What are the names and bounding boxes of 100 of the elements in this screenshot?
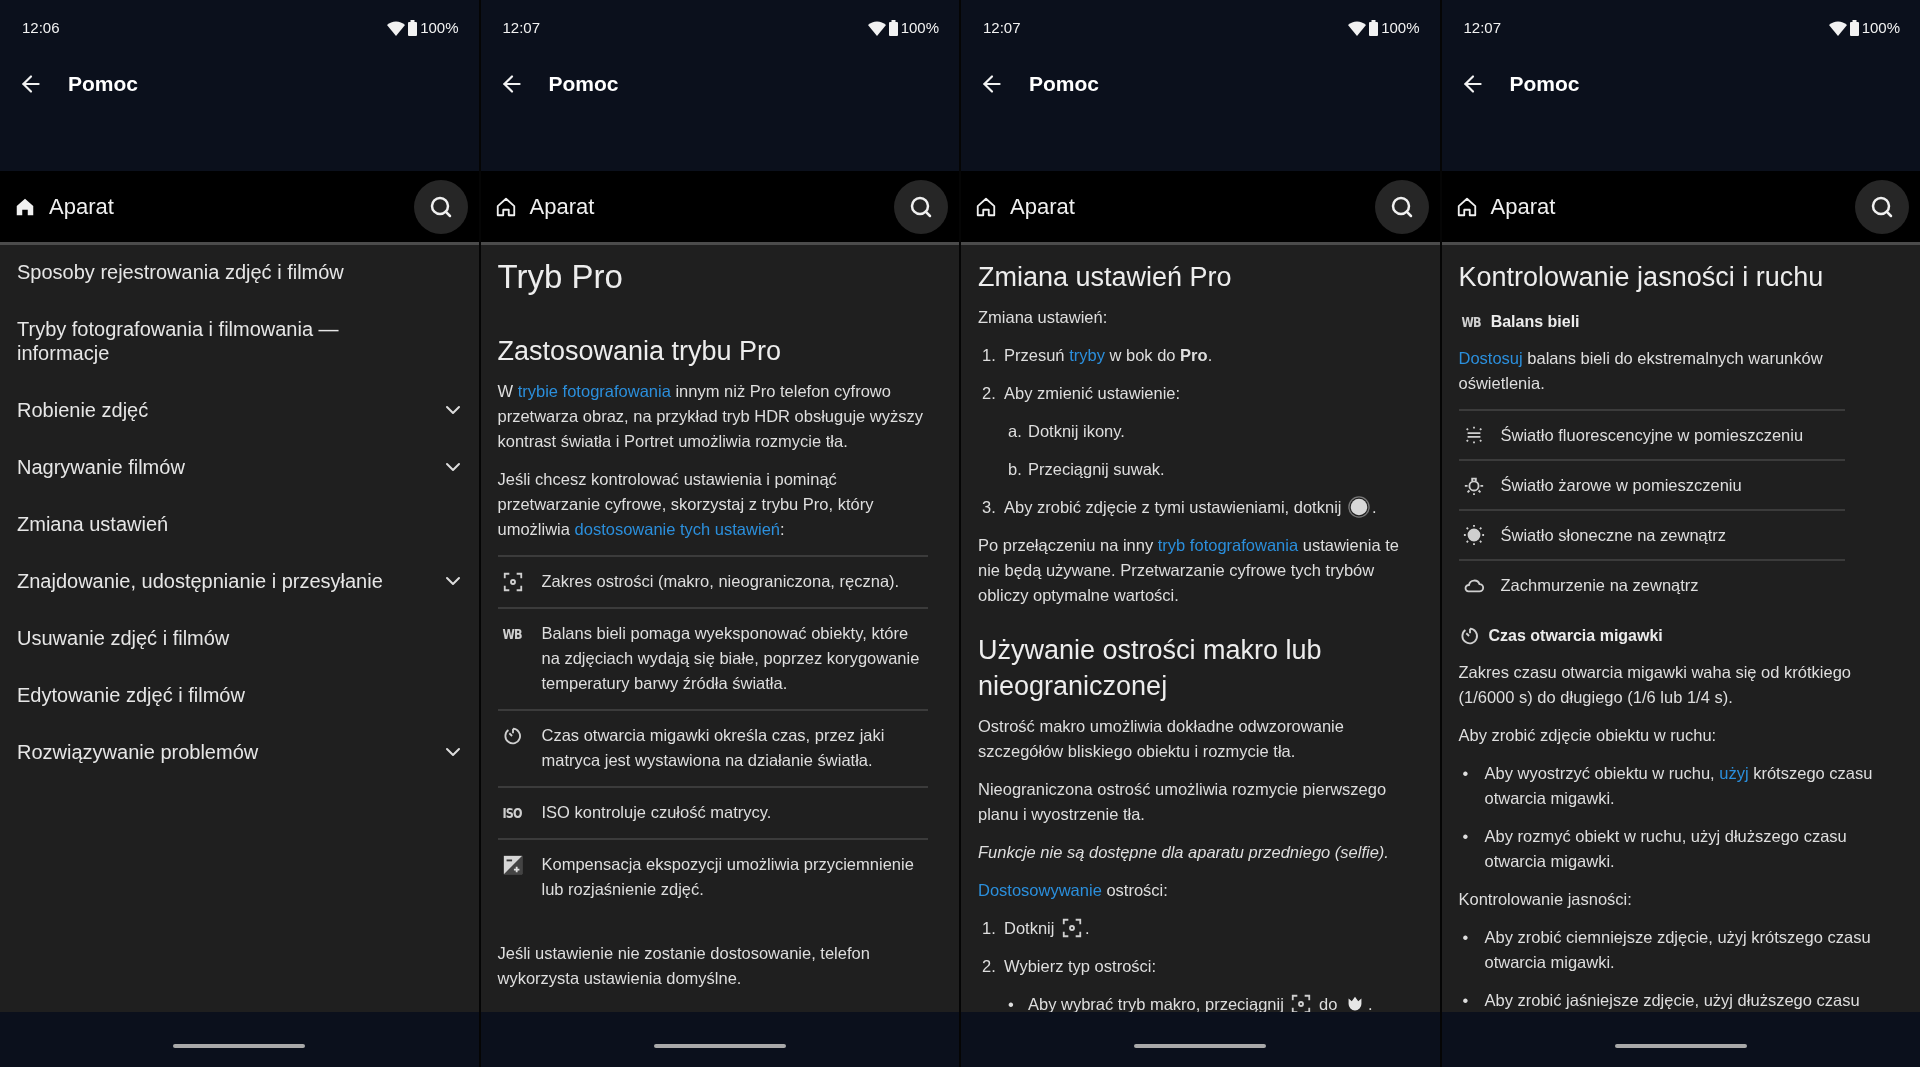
option-text: Światło fluorescencyjne w pomieszczeniu	[1500, 424, 1805, 446]
paragraph: Jeśli chcesz kontrolować ustawienia i pominąć przetwarzanie cyfrowe, skorzystaj z trybu Pro, który umożliwia dostosowanie tych ustawień:	[497, 469, 875, 540]
menu-item[interactable]: Usuwanie zdjęć i filmów	[0, 610, 479, 667]
list-marker: 2.	[982, 956, 997, 977]
paragraph: Nieograniczona ostrość umożliwia rozmycie pierwszego planu i wyostrzenie tła.	[978, 779, 1388, 825]
feature-text: ISO kontroluje czułość matrycy.	[541, 802, 773, 823]
sun-icon	[1462, 524, 1485, 546]
link[interactable]: użyj	[1719, 764, 1749, 782]
status-time: 12:07	[502, 19, 541, 36]
battery-percent: 100%	[1381, 19, 1420, 36]
menu-item[interactable]: Znajdowanie, udostępnianie i przesyłanie	[0, 553, 479, 610]
link[interactable]: dostosowanie tych ustawień	[574, 520, 780, 538]
app-title: Pomoc	[548, 71, 619, 97]
breadcrumb-link[interactable]: Aparat	[1455, 193, 1556, 220]
app-title: Pomoc	[1509, 71, 1580, 97]
page-title: Tryb Pro	[497, 257, 624, 297]
focus-frame-icon	[1061, 917, 1084, 939]
home-icon	[1455, 195, 1478, 218]
list-item-text: Aby zrobić zdjęcie z tymi ustawieniami, dotknij .	[1004, 495, 1378, 520]
paragraph: Zakres czasu otwarcia migawki waha się od krótkiego (1/6000 s) do długiego (1/6 lub 1/4 s).	[1458, 662, 1852, 708]
battery-icon	[1849, 19, 1859, 36]
list-item-text: Aby zrobić ciemniejsze zdjęcie, użyj krótszego czasu otwarcia migawki.	[1484, 927, 1872, 973]
app-title: Pomoc	[1029, 71, 1099, 97]
feature-text: Zakres ostrości (makro, nieograniczona, ręczna).	[541, 571, 901, 592]
option-text: Światło słoneczne na zewnątrz	[1500, 524, 1728, 546]
label-icon: ISO	[502, 804, 523, 821]
list-item-text: Aby rozmyć obiekt w ruchu, użyj dłuższego czasu otwarcia migawki.	[1484, 826, 1848, 872]
app-title: Pomoc	[68, 71, 138, 97]
link[interactable]: Dostosowywanie	[978, 881, 1102, 899]
home-indicator[interactable]	[653, 1043, 786, 1048]
list-marker: •	[1007, 994, 1015, 1012]
battery-icon	[888, 19, 898, 36]
breadcrumb-link[interactable]: Aparat	[494, 193, 595, 220]
link[interactable]: Dostosuj	[1458, 349, 1523, 367]
list-item-text: Aby zmienić ustawienie:	[1004, 383, 1182, 404]
home-indicator[interactable]	[1134, 1043, 1267, 1048]
menu-item[interactable]: Nagrywanie filmów	[0, 439, 479, 496]
list-item-text: Przeciągnij suwak.	[1028, 459, 1166, 480]
option-text: Światło żarowe w pomieszczeniu	[1500, 474, 1743, 496]
battery-percent: 100%	[1861, 19, 1900, 36]
list-marker: •	[1462, 826, 1470, 847]
home-indicator[interactable]	[173, 1043, 306, 1048]
battery-icon	[408, 19, 418, 36]
battery-icon	[1369, 19, 1379, 36]
paragraph: Aby zrobić zdjęcie obiektu w ruchu:	[1458, 725, 1718, 746]
menu-item[interactable]: Robienie zdjęć	[0, 382, 479, 439]
paragraph: Dostosowywanie ostrości:	[978, 880, 1169, 901]
search-icon	[1389, 194, 1414, 219]
list-marker: b.	[1007, 459, 1023, 480]
paragraph: Po przełączeniu na inny tryb fotografowania ustawienia te nie będą używane. Przetwarzanie cyfrowe tych trybów obliczy optymalne wartości.	[978, 535, 1401, 606]
feature-text: Balans bieli pomaga wyeksponować obiekty, które na zdjęciach wydają się białe, poprzez korygowanie temperatury barwy źródła światła.	[541, 623, 921, 694]
menu-item[interactable]: Tryby fotografowania i filmowania — informacje	[0, 301, 479, 382]
search-button[interactable]	[1855, 179, 1909, 234]
list-marker: a.	[1007, 421, 1023, 442]
link[interactable]: tryb fotografowania	[1157, 536, 1299, 554]
section-heading: Używanie ostrości makro lub nieograniczonej	[978, 634, 1323, 703]
label-icon: WB	[1460, 313, 1481, 330]
breadcrumb-link[interactable]: Aparat	[14, 193, 114, 220]
list-marker: 1.	[982, 345, 997, 366]
focus-frame-icon	[501, 570, 524, 593]
battery-percent: 100%	[420, 19, 459, 36]
paragraph: Ostrość makro umożliwia dokładne odwzorowanie szczegółów bliskiego obiektu i rozmycie tła.	[978, 716, 1345, 762]
list-item-text: Przesuń tryby w bok do Pro.	[1004, 345, 1214, 366]
breadcrumb-link[interactable]: Aparat	[975, 193, 1075, 220]
list-marker: 3.	[982, 497, 997, 518]
list-item-text: Aby zrobić jaśniejsze zdjęcie, użyj dłuższego czasu	[1484, 990, 1861, 1011]
list-item-text: Dotknij ikony.	[1028, 421, 1126, 442]
paragraph: Funkcje nie są dostępne dla aparatu przedniego (selfie).	[978, 842, 1390, 863]
list-item-text: Aby wyostrzyć obiektu w ruchu, użyj krótszego czasu otwarcia migawki.	[1484, 763, 1874, 809]
menu-item[interactable]: Zmiana ustawień	[0, 496, 479, 553]
search-button[interactable]	[894, 179, 948, 234]
list-item-text: Wybierz typ ostrości:	[1004, 956, 1158, 977]
list-marker: •	[1462, 927, 1470, 948]
list-marker: •	[1462, 990, 1470, 1011]
menu-item[interactable]: Rozwiązywanie problemów	[0, 724, 479, 781]
link[interactable]: trybie fotografowania	[517, 382, 671, 400]
section-heading: Kontrolowanie jasności i ruchu	[1458, 261, 1825, 294]
feature-text: Czas otwarcia migawki określa czas, przez jaki matryca jest wystawiona na działanie światła.	[541, 725, 886, 771]
list-item-text: Dotknij .	[1004, 916, 1091, 941]
list-marker: •	[1462, 763, 1470, 784]
menu-item[interactable]: Edytowanie zdjęć i filmów	[0, 667, 479, 724]
home-icon	[975, 195, 997, 218]
home-indicator[interactable]	[1614, 1043, 1747, 1048]
search-icon	[428, 194, 453, 219]
home-icon	[494, 195, 517, 218]
paragraph: Dostosuj balans bieli do ekstremalnych warunków oświetlenia.	[1458, 348, 1824, 394]
status-time: 12:07	[983, 19, 1021, 36]
wifi-icon	[1348, 19, 1367, 36]
section-heading: Zmiana ustawień Pro	[978, 261, 1233, 294]
paragraph: Jeśli ustawienie nie zostanie dostosowanie, telefon wykorzysta ustawienia domyślne.	[497, 943, 871, 989]
status-time: 12:07	[1463, 19, 1502, 36]
menu-item[interactable]: Sposoby rejestrowania zdjęć i filmów	[0, 245, 479, 301]
shutter-button-icon	[1348, 496, 1371, 518]
paragraph: Zmiana ustawień:	[978, 307, 1109, 328]
wifi-icon	[387, 19, 406, 36]
paragraph: W trybie fotografowania innym niż Pro telefon cyfrowo przetwarza obraz, na przykład tryb HDR obsługuje wyższy kontrast światła i Portret umożliwia rozmycie tła.	[497, 381, 924, 452]
link[interactable]: tryby	[1069, 346, 1105, 364]
search-icon	[909, 194, 933, 219]
option-text: Zachmurzenie na zewnątrz	[1500, 574, 1700, 596]
wifi-icon	[867, 19, 886, 36]
